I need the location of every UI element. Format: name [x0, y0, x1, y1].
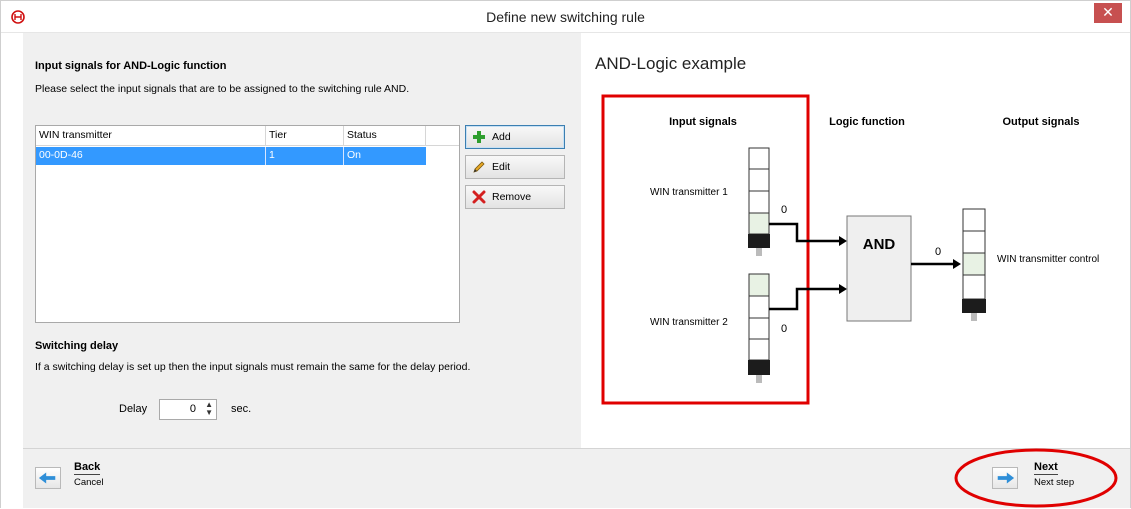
col-output-heading: Output signals	[1003, 116, 1080, 128]
back-sublabel: Cancel	[74, 477, 104, 488]
delay-spinner[interactable]: 0 ▲ ▼	[159, 399, 217, 420]
input-signals-description: Please select the input signals that are…	[35, 83, 410, 95]
column-header-status[interactable]: Status	[344, 126, 426, 146]
back-nav[interactable]: Back Cancel	[74, 461, 104, 488]
connector-2	[769, 287, 839, 311]
transmitter-1-label: WIN transmitter 1	[650, 187, 728, 198]
output-value: 0	[935, 246, 941, 258]
example-title: AND-Logic example	[595, 54, 747, 73]
col-input-heading: Input signals	[669, 116, 737, 128]
and-gate-box	[846, 215, 912, 322]
back-button[interactable]	[35, 467, 61, 489]
col-logic-heading: Logic function	[829, 116, 905, 128]
cell-status: On	[347, 149, 362, 161]
arrowhead-out-icon	[953, 259, 961, 269]
output-label: WIN transmitter control	[997, 254, 1099, 265]
arrowhead-2-icon	[839, 284, 847, 294]
table-header: WIN transmitter Tier Status	[36, 126, 459, 146]
back-label: Back	[74, 461, 101, 475]
delay-value: 0	[189, 403, 196, 415]
transmitter-1-value: 0	[781, 204, 787, 216]
window-title: Define new switching rule	[486, 9, 645, 25]
add-button[interactable]: Add	[465, 125, 565, 149]
delay-label: Delay	[119, 403, 148, 415]
close-button[interactable]: ✕	[1094, 3, 1122, 23]
table-row[interactable]: 00-0D-46 1 On	[36, 147, 426, 165]
signal-tower-1-icon	[748, 147, 770, 256]
switching-delay-heading: Switching delay	[35, 340, 119, 352]
and-logic-diagram: Input signals Logic function Output sign…	[601, 94, 1099, 405]
arrow-left-icon	[38, 472, 56, 484]
edit-button-label: Edit	[492, 161, 511, 173]
title-bar: Define new switching rule ✕	[1, 1, 1130, 33]
transmitter-table[interactable]: WIN transmitter Tier Status 00-0D-46 1 O…	[35, 125, 460, 323]
connector-1	[769, 222, 839, 243]
input-highlight-box	[601, 94, 810, 405]
arrowhead-1-icon	[839, 236, 847, 246]
column-header-tier[interactable]: Tier	[266, 126, 344, 146]
cell-tier: 1	[266, 147, 344, 165]
input-signals-heading: Input signals for AND-Logic function	[35, 60, 227, 72]
pencil-icon	[473, 161, 485, 173]
cell-transmitter: 00-0D-46	[36, 147, 266, 165]
signal-tower-output-icon	[962, 208, 986, 321]
delay-unit: sec.	[231, 403, 252, 415]
column-header-transmitter[interactable]: WIN transmitter	[36, 126, 266, 146]
plus-icon	[473, 131, 485, 143]
remove-button[interactable]: Remove	[465, 185, 565, 209]
switching-delay-description: If a switching delay is set up then the …	[35, 361, 471, 373]
signal-tower-2-icon	[748, 273, 770, 383]
add-button-label: Add	[492, 131, 511, 143]
transmitter-2-label: WIN transmitter 2	[650, 317, 728, 328]
edit-button[interactable]: Edit	[465, 155, 565, 179]
remove-x-icon	[472, 190, 486, 204]
next-highlight-ellipse	[954, 448, 1118, 508]
and-gate-label: AND	[863, 236, 896, 253]
column-header-filler	[426, 126, 460, 146]
dialog-window: Define new switching rule ✕ Input signal…	[0, 0, 1131, 508]
transmitter-2-value: 0	[781, 323, 787, 335]
remove-button-label: Remove	[492, 191, 532, 203]
left-gutter	[1, 33, 23, 508]
spinner-arrows-icon[interactable]: ▲ ▼	[205, 401, 213, 417]
